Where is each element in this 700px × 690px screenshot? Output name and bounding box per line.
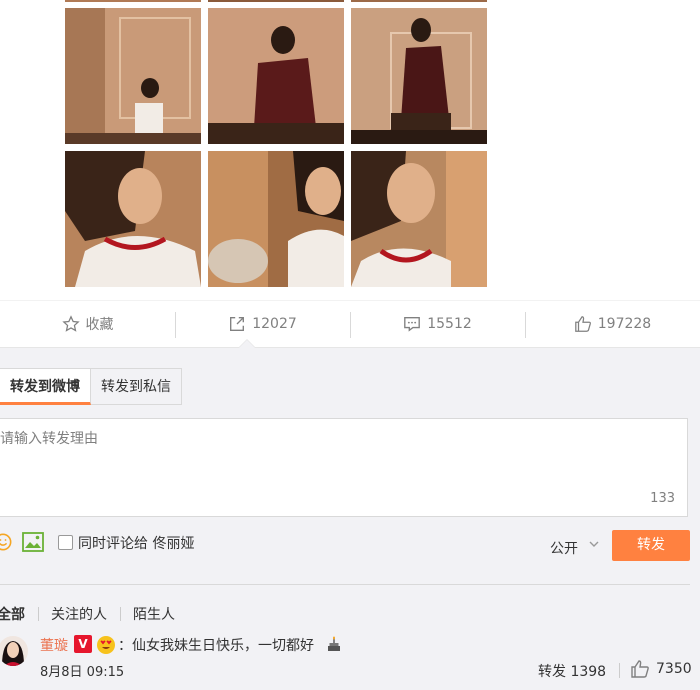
thumbs-up-icon xyxy=(574,316,591,332)
like-button[interactable]: 197228 xyxy=(525,301,700,347)
favorite-button[interactable]: 收藏 xyxy=(0,301,175,347)
cake-icon xyxy=(328,636,340,651)
char-count: 133 xyxy=(650,491,675,506)
divider xyxy=(619,663,620,678)
like-count: 197228 xyxy=(597,316,652,332)
repost-toolbar: 同时评论给 佟丽娅 公开 转发 xyxy=(0,530,700,564)
comment-also-label: 同时评论给 佟丽娅 xyxy=(78,536,195,552)
star-icon xyxy=(61,315,80,332)
emoji-icon[interactable] xyxy=(0,533,12,551)
filter-strangers[interactable]: 陌生人 xyxy=(120,604,188,624)
thumbs-up-icon[interactable] xyxy=(630,659,650,679)
repost-panel: 转发到微博 转发到私信 请输入转发理由 133 同时评论给 佟丽娅 公开 转发 … xyxy=(0,348,700,690)
item-like-count: 7350 xyxy=(656,661,692,677)
photo-thumbnail[interactable] xyxy=(65,8,201,144)
avatar[interactable] xyxy=(0,636,28,666)
repost-reason-placeholder: 请输入转发理由 xyxy=(0,431,98,447)
repost-reason-input[interactable]: 请输入转发理由 133 xyxy=(0,418,688,517)
chevron-down-icon xyxy=(589,541,599,547)
photo-thumbnail[interactable] xyxy=(208,8,344,144)
action-bar: 收藏 12027 15512 197228 xyxy=(0,300,700,348)
repost-username[interactable]: 董璇 xyxy=(40,635,68,655)
photo-thumbnail[interactable] xyxy=(65,0,201,2)
divider xyxy=(0,584,690,585)
photo-thumbnail[interactable] xyxy=(351,0,487,2)
image-icon[interactable] xyxy=(22,532,44,552)
repost-content: ：仙女我妹生日快乐，一切都好 xyxy=(118,638,314,654)
repost-tabs: 转发到微博 转发到私信 xyxy=(0,368,182,405)
share-icon xyxy=(230,317,245,331)
send-repost-button[interactable]: 转发 xyxy=(612,530,690,561)
item-repost-button[interactable]: 转发 1398 xyxy=(538,661,606,681)
repost-filters: 全部 关注的人 陌生人 xyxy=(0,604,188,624)
photo-thumbnail[interactable] xyxy=(351,151,487,287)
comment-button[interactable]: 15512 xyxy=(350,301,525,347)
repost-button[interactable]: 12027 xyxy=(175,301,350,347)
repost-list-item: 董璇 V ：仙女我妹生日快乐，一切都好 8月8日 09:15 转发 1398 7… xyxy=(0,634,700,690)
tab-repost-message[interactable]: 转发到私信 xyxy=(91,368,182,405)
repost-count: 12027 xyxy=(252,316,297,332)
photo-thumbnail[interactable] xyxy=(208,0,344,2)
comment-count: 15512 xyxy=(427,316,472,332)
photo-grid xyxy=(65,0,490,290)
visibility-select[interactable]: 公开 xyxy=(550,538,578,558)
photo-thumbnail[interactable] xyxy=(208,151,344,287)
photo-thumbnail[interactable] xyxy=(65,151,201,287)
photo-thumbnail[interactable] xyxy=(351,8,487,144)
filter-following[interactable]: 关注的人 xyxy=(38,604,120,624)
filter-all[interactable]: 全部 xyxy=(0,604,38,624)
repost-caret xyxy=(238,339,256,348)
verified-badge-icon: V xyxy=(74,635,92,653)
comment-also-checkbox[interactable] xyxy=(58,535,73,550)
heart-eyes-emoji-icon xyxy=(97,636,115,654)
repost-time[interactable]: 8月8日 09:15 xyxy=(40,661,124,680)
tab-repost-weibo[interactable]: 转发到微博 xyxy=(0,368,91,405)
favorite-label: 收藏 xyxy=(85,317,114,333)
comment-icon xyxy=(404,317,421,332)
